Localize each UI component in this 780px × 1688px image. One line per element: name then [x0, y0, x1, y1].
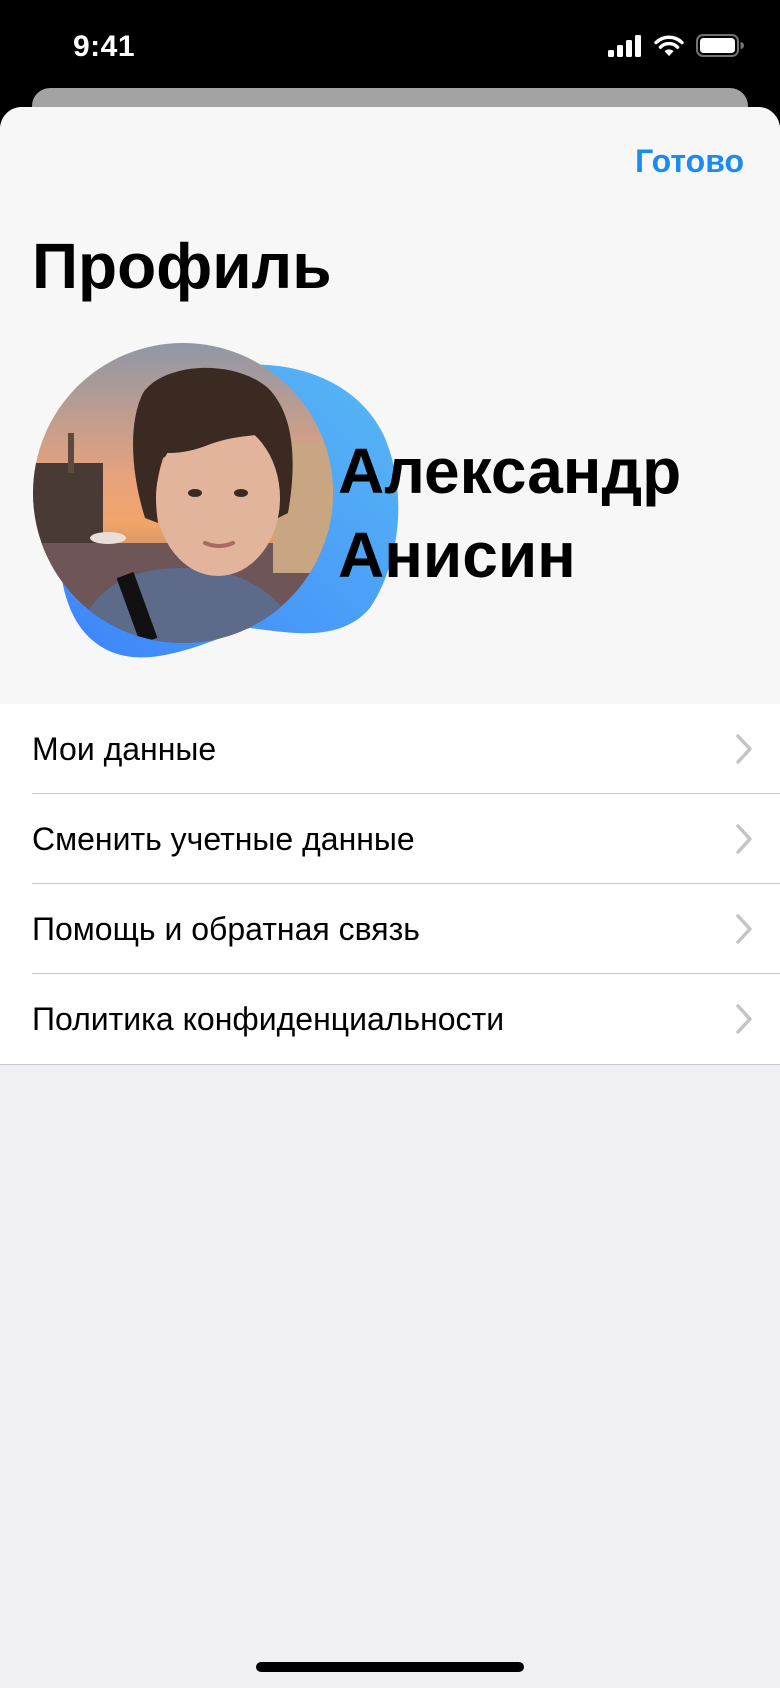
profile-last-name: Анисин [338, 519, 576, 591]
chevron-right-icon [736, 734, 752, 764]
menu-item-label: Сменить учетные данные [32, 820, 415, 857]
status-bar: 9:41 [0, 0, 780, 100]
home-indicator[interactable] [256, 1662, 524, 1672]
chevron-right-icon [736, 824, 752, 854]
menu-item-label: Помощь и обратная связь [32, 910, 420, 947]
profile-sheet: Готово Профиль Александр Анисин Мои данн… [0, 107, 780, 1688]
profile-header: Готово Профиль Александр Анисин [0, 107, 780, 704]
menu-item-privacy-policy[interactable]: Политика конфиденциальности [0, 974, 780, 1064]
profile-name: Александр Анисин [338, 429, 768, 597]
avatar[interactable] [33, 343, 333, 643]
menu-item-help-feedback[interactable]: Помощь и обратная связь [0, 884, 780, 974]
battery-icon [696, 34, 744, 57]
page-title: Профиль [32, 230, 332, 302]
cellular-signal-icon [608, 34, 641, 57]
profile-first-name: Александр [338, 435, 682, 507]
status-time: 9:41 [73, 30, 136, 63]
done-button[interactable]: Готово [635, 143, 744, 180]
chevron-right-icon [736, 1004, 752, 1034]
menu-item-label: Мои данные [32, 730, 217, 767]
menu-item-my-data[interactable]: Мои данные [0, 704, 780, 794]
wifi-icon [654, 35, 684, 56]
menu-item-change-credentials[interactable]: Сменить учетные данные [0, 794, 780, 884]
settings-menu: Мои данные Сменить учетные данные Помощь… [0, 704, 780, 1065]
chevron-right-icon [736, 914, 752, 944]
avatar-photo [33, 343, 333, 643]
menu-item-label: Политика конфиденциальности [32, 1000, 505, 1037]
status-icons [608, 34, 744, 57]
